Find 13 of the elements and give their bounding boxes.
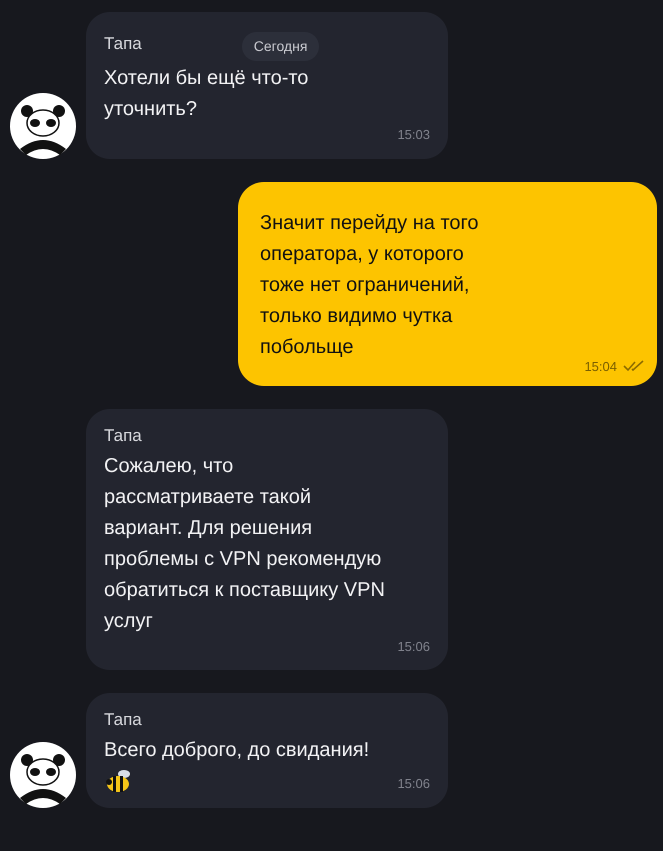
message-time: 15:06 xyxy=(397,638,430,656)
message-text: Значит перейду на того оператора, у которого тоже нет ограничений, только видимо чутка побольще xyxy=(260,210,478,360)
message-time: 15:04 xyxy=(584,358,617,376)
message-text: Хотели бы ещё что-то уточнить? xyxy=(104,66,308,122)
sender-name: Тапа xyxy=(104,425,142,447)
double-check-icon xyxy=(623,360,645,372)
sender-name: Тапа xyxy=(104,709,142,731)
message-time: 15:03 xyxy=(397,126,430,144)
message-text: Всего доброго, до свидания! xyxy=(104,738,370,762)
date-badge: Сегодня xyxy=(242,32,320,61)
message-time: 15:06 xyxy=(397,775,430,793)
sender-name: Тапа xyxy=(104,32,142,55)
message-text: Сожалею, что рассматриваете такой вариант. Для решения проблемы с VPN рекомендую обратиться к поставщику VPN услуг xyxy=(104,454,385,634)
